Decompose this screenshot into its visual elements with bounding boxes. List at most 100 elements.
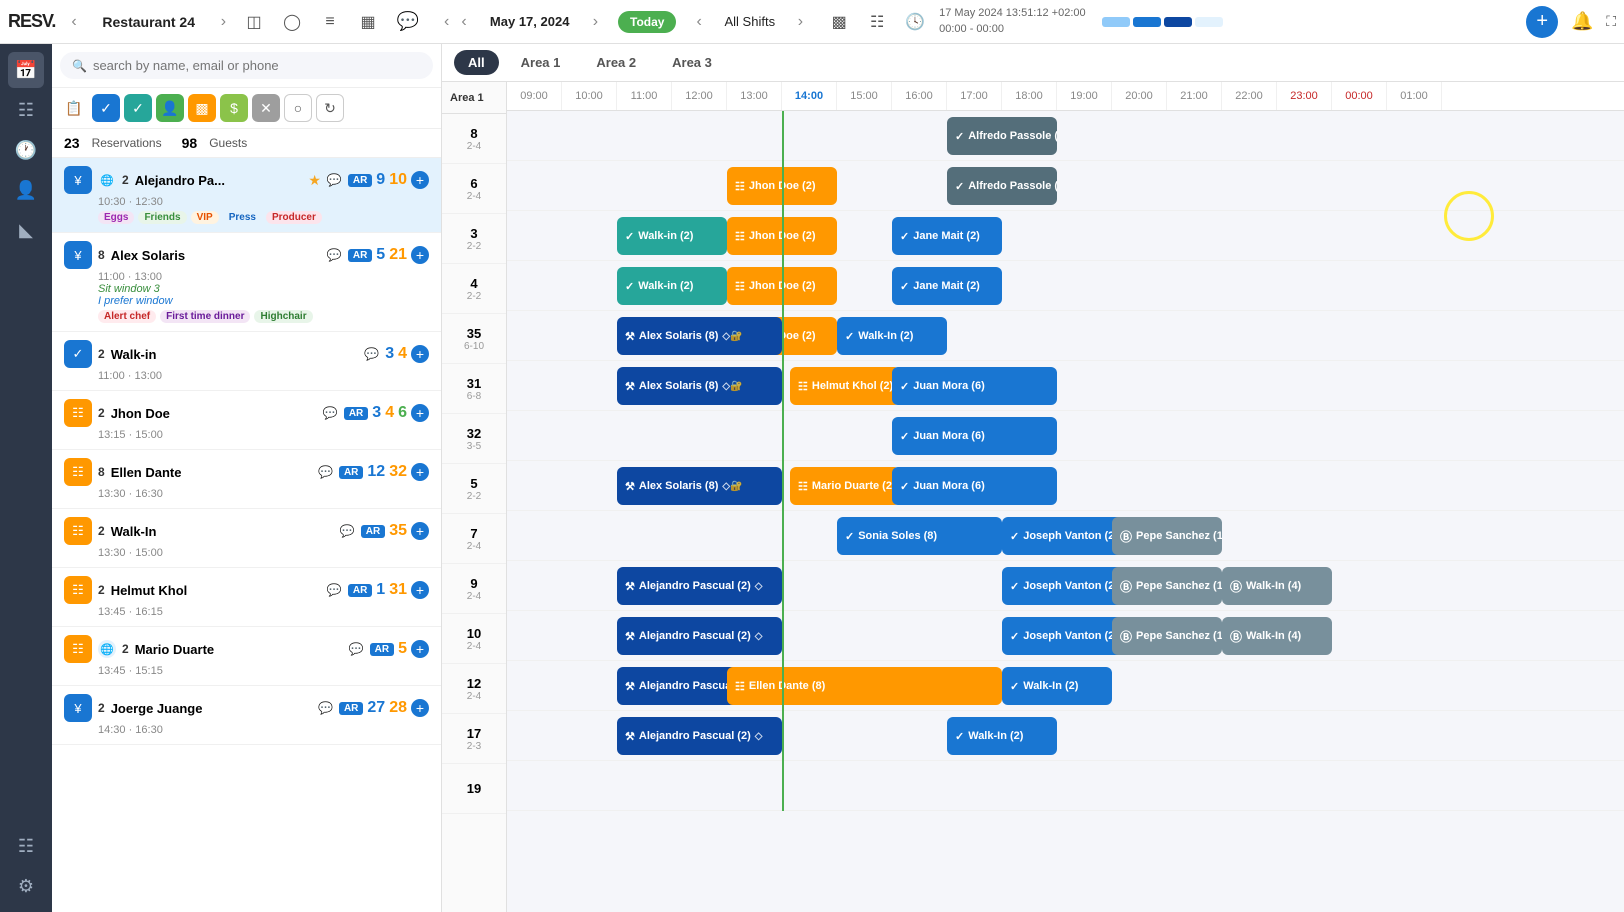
sidebar-settings-icon[interactable]: ⚙ <box>8 868 44 904</box>
expand-btn[interactable]: ⛶ <box>1606 13 1616 30</box>
block-label: Alejandro Pascual (2) <box>639 730 751 742</box>
res-block-pepe3[interactable]: Ⓑ Pepe Sanchez (10) <box>1112 617 1222 655</box>
add-table-btn[interactable]: + <box>411 246 429 264</box>
res-block-juanmora3[interactable]: ✓ Juan Mora (6) <box>892 467 1057 505</box>
add-table-btn[interactable]: + <box>411 640 429 658</box>
time-19: 19:00 <box>1057 82 1112 110</box>
res-block-pepe1[interactable]: Ⓑ Pepe Sanchez (10) <box>1112 517 1222 555</box>
circle-view-icon[interactable]: ◯ <box>276 6 308 38</box>
res-block-alexsolaris1[interactable]: ⚒ Alex Solaris (8) ◇🔐 <box>617 317 782 355</box>
area-num: 6 <box>470 176 477 191</box>
ar-num3: 6 <box>398 404 407 422</box>
list-item[interactable]: ¥ 2 Joerge Juange 💬 AR 27 28 + 14:30 · 1… <box>52 686 441 745</box>
filter-refresh-icon[interactable]: ↻ <box>316 94 344 122</box>
res-block-walkin7[interactable]: ✓ Walk-In (2) <box>947 717 1057 755</box>
table-icon: ☷ <box>735 230 745 243</box>
sidebar-grid-icon[interactable]: ☷ <box>8 92 44 128</box>
res-block-walkin6[interactable]: ✓ Walk-In (2) <box>1002 667 1112 705</box>
add-table-btn[interactable]: + <box>411 699 429 717</box>
chart-view-icon[interactable]: ▦ <box>352 6 384 38</box>
timeline-row: ⚒ Alex Solaris (8) ◇🔐 ☷ Mario Duarte (2)… <box>507 461 1624 511</box>
list-item[interactable]: ¥ 8 Alex Solaris 💬 AR 5 21 + 11:00 · 13:… <box>52 233 441 332</box>
res-block-mario[interactable]: ☷ Mario Duarte (2) <box>790 467 900 505</box>
res-block-ellandante[interactable]: ☷ Ellen Dante (8) <box>727 667 1002 705</box>
split-view-icon[interactable]: ◫ <box>238 6 270 38</box>
add-table-btn[interactable]: + <box>411 581 429 599</box>
tab-area3[interactable]: Area 3 <box>658 50 726 75</box>
time-12: 12:00 <box>672 82 727 110</box>
res-block-alexsolaris2[interactable]: ⚒ Alex Solaris (8) ◇🔐 <box>617 367 782 405</box>
tab-area1[interactable]: Area 1 <box>507 50 575 75</box>
chat-icon: 💬 <box>323 406 338 420</box>
tab-area2[interactable]: Area 2 <box>582 50 650 75</box>
res-block-pepe2[interactable]: Ⓑ Pepe Sanchez (10) <box>1112 567 1222 605</box>
sidebar-calendar-icon[interactable]: 📅 <box>8 52 44 88</box>
filter-check-icon[interactable]: ✓ <box>92 94 120 122</box>
res-block-alejandro2[interactable]: ⚒ Alejandro Pascual (2) ◇ <box>617 617 782 655</box>
timeline-scroll[interactable]: 09:00 10:00 11:00 12:00 13:00 14:00 15:0… <box>507 82 1624 912</box>
filter-circle-icon[interactable]: ○ <box>284 94 312 122</box>
res-block-janemait1[interactable]: ✓ Jane Mait (2) <box>892 217 1002 255</box>
filter-check2-icon[interactable]: ✓ <box>124 94 152 122</box>
pepe-icon: Ⓑ <box>1230 628 1242 645</box>
prev-restaurant-btn[interactable]: ‹ <box>67 11 80 33</box>
res-block-sonia[interactable]: ✓ Sonia Soles (8) <box>837 517 1002 555</box>
bar-chart-icon[interactable]: ▩ <box>823 6 855 38</box>
res-block-alfredo1[interactable]: ✓ Alfredo Passole (2) <box>947 117 1057 155</box>
timeline-header: 09:00 10:00 11:00 12:00 13:00 14:00 15:0… <box>507 82 1624 111</box>
res-block-walkin5[interactable]: Ⓑ Walk-In (4) <box>1222 617 1332 655</box>
list-view-icon[interactable]: ≡ <box>314 6 346 38</box>
res-block-walkin4[interactable]: Ⓑ Walk-In (4) <box>1222 567 1332 605</box>
add-table-btn[interactable]: + <box>411 463 429 481</box>
area-sub: 6-8 <box>467 391 481 402</box>
tab-all[interactable]: All <box>454 50 499 75</box>
filter-dollar-icon[interactable]: $ <box>220 94 248 122</box>
prev-date-btn[interactable]: ‹ <box>440 11 453 33</box>
chat-icon[interactable]: 💬 <box>392 6 424 38</box>
list-item[interactable]: ✓ 2 Walk-in 💬 3 4 + 11:00 · 13:00 <box>52 332 441 391</box>
grid-icon[interactable]: ☷ <box>861 6 893 38</box>
clock-icon[interactable]: 🕓 <box>899 6 931 38</box>
list-item[interactable]: ☷ 2 Jhon Doe 💬 AR 3 4 6 + 13:15 · 15:00 <box>52 391 441 450</box>
res-block-alejandro4[interactable]: ⚒ Alejandro Pascual (2) ◇ <box>617 717 782 755</box>
res-block-alejandro1[interactable]: ⚒ Alejandro Pascual (2) ◇ <box>617 567 782 605</box>
filter-history-icon[interactable]: 📋 <box>60 94 88 122</box>
prev-date-btn2[interactable]: ‹ <box>457 11 470 33</box>
notification-btn[interactable]: 🔔 <box>1566 6 1598 38</box>
list-item[interactable]: ☷ 2 Helmut Khol 💬 AR 1 31 + 13:45 · 16:1… <box>52 568 441 627</box>
res-block-walkin1[interactable]: ✓ Walk-in (2) <box>617 217 727 255</box>
add-reservation-btn[interactable]: + <box>1526 6 1558 38</box>
next-restaurant-btn[interactable]: › <box>217 11 230 33</box>
list-item[interactable]: ☷ 🌐 2 Mario Duarte 💬 AR 5 + 13:45 · 15:1… <box>52 627 441 686</box>
list-item[interactable]: ☷ 8 Ellen Dante 💬 AR 12 32 + 13:30 · 16:… <box>52 450 441 509</box>
reservations-list: ¥ 🌐 2 Alejandro Pa... ★ 💬 AR 9 10 + 10:3… <box>52 158 441 912</box>
sidebar-chart-icon[interactable]: ◣ <box>8 212 44 248</box>
res-block-janemait2[interactable]: ✓ Jane Mait (2) <box>892 267 1002 305</box>
today-btn[interactable]: Today <box>618 11 676 33</box>
add-table-btn[interactable]: + <box>411 171 429 189</box>
prev-shift-btn[interactable]: ‹ <box>692 11 705 33</box>
res-block-juanmora2[interactable]: ✓ Juan Mora (6) <box>892 417 1057 455</box>
filter-bar-icon[interactable]: ▩ <box>188 94 216 122</box>
res-block-helmut[interactable]: ☷ Helmut Khol (2) <box>790 367 900 405</box>
next-shift-btn[interactable]: › <box>794 11 807 33</box>
search-input[interactable] <box>93 58 421 73</box>
add-table-btn[interactable]: + <box>411 345 429 363</box>
sidebar-grid2-icon[interactable]: ☷ <box>8 828 44 864</box>
sidebar-month-icon[interactable]: 🕐 <box>8 132 44 168</box>
res-block-walkin2[interactable]: ✓ Walk-in (2) <box>617 267 727 305</box>
add-table-btn[interactable]: + <box>411 522 429 540</box>
next-date-btn[interactable]: › <box>589 11 602 33</box>
list-item[interactable]: ¥ 🌐 2 Alejandro Pa... ★ 💬 AR 9 10 + 10:3… <box>52 158 441 233</box>
list-item[interactable]: ☷ 2 Walk-In 💬 AR 35 + 13:30 · 15:00 <box>52 509 441 568</box>
add-table-btn[interactable]: + <box>411 404 429 422</box>
res-block-juanmora1[interactable]: ✓ Juan Mora (6) <box>892 367 1057 405</box>
filter-x-icon[interactable]: ✕ <box>252 94 280 122</box>
res-block-alfredo2[interactable]: ✓ Alfredo Passole (2) <box>947 167 1057 205</box>
res-block-walkin3[interactable]: ✓ Walk-In (2) <box>837 317 947 355</box>
sidebar-person-icon[interactable]: 👤 <box>8 172 44 208</box>
area-sub: 2-4 <box>467 141 481 152</box>
chat-icon: 💬 <box>327 583 342 597</box>
filter-person-icon[interactable]: 👤 <box>156 94 184 122</box>
res-block-alexsolaris3[interactable]: ⚒ Alex Solaris (8) ◇🔐 <box>617 467 782 505</box>
